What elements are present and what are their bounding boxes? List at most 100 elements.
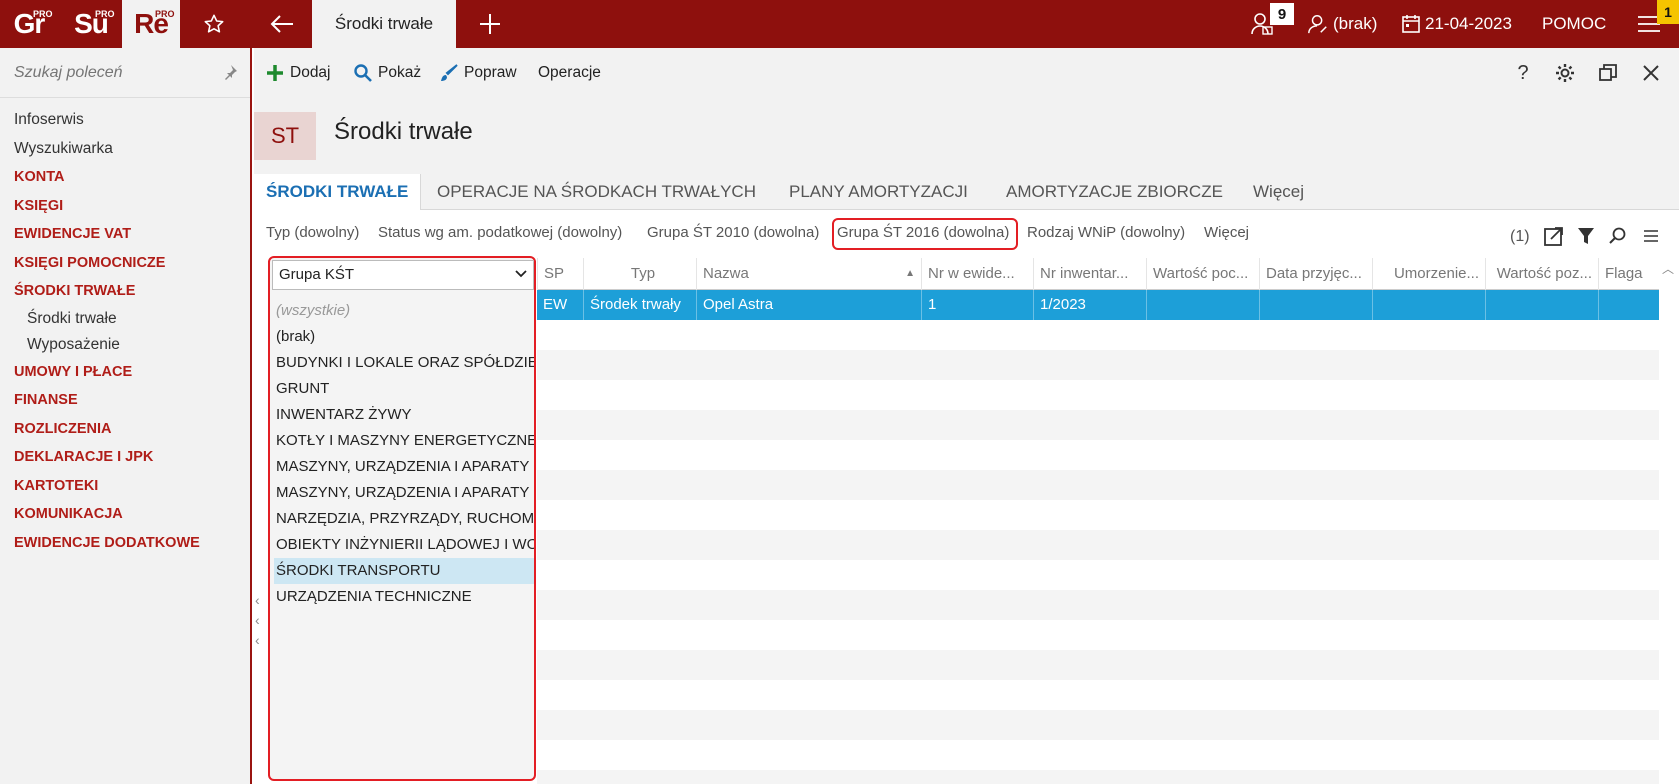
corner-badge: 1	[1657, 0, 1679, 24]
help-link[interactable]: POMOC	[1542, 0, 1606, 48]
sidebar-item-umowy-i-place[interactable]: UMOWY I PŁACE	[14, 358, 200, 387]
toolbar: Dodaj Pokaż Popraw Operacje ?	[254, 48, 1679, 98]
table-row[interactable]: EW Środek trwały Opel Astra 1 1/2023	[537, 290, 1659, 320]
close-icon[interactable]	[1636, 48, 1666, 98]
group-item[interactable]: (wszystkie)	[274, 298, 534, 324]
sidebar-item-rozliczenia[interactable]: ROZLICZENIA	[14, 415, 200, 444]
group-list: (wszystkie) (brak) BUDYNKI I LOKALE ORAZ…	[274, 298, 534, 610]
empty-row	[537, 320, 1659, 350]
group-item[interactable]: (brak)	[274, 324, 534, 350]
group-item-selected[interactable]: ŚRODKI TRANSPORTU	[274, 558, 534, 584]
filter-count: (1)	[1510, 228, 1530, 245]
column-header-nr-inw[interactable]: Nr inwentar...	[1033, 258, 1146, 290]
cell-data-przyjecia	[1259, 290, 1372, 320]
operations-button[interactable]: Operacje	[538, 48, 601, 98]
tab-srodki-trwale-list[interactable]: ŚRODKI TRWAŁE	[254, 174, 422, 211]
cell-flaga	[1598, 290, 1659, 320]
group-item[interactable]: NARZĘDZIA, PRZYRZĄDY, RUCHOMOŚCI	[274, 506, 534, 532]
cell-wartosc-pocz	[1146, 290, 1259, 320]
tab-srodki-trwale[interactable]: Środki trwałe	[312, 0, 456, 48]
pin-icon[interactable]	[222, 64, 238, 84]
column-header-wartosc-poz[interactable]: Wartość poz...	[1485, 258, 1598, 290]
sidebar-item-deklaracje-i-jpk[interactable]: DEKLARACJE I JPK	[14, 443, 200, 472]
add-button[interactable]: Dodaj	[266, 48, 331, 98]
column-header-umorzenie[interactable]: Umorzenie...	[1372, 258, 1485, 290]
group-item[interactable]: URZĄDZENIA TECHNICZNE	[274, 584, 534, 610]
group-item[interactable]: BUDYNKI I LOKALE ORAZ SPÓŁDZIELCZE	[274, 350, 534, 376]
tab-bar: ŚRODKI TRWAŁE OPERACJE NA ŚRODKACH TRWAŁ…	[254, 174, 1679, 211]
scroll-up-arrow[interactable]: ︿	[1662, 260, 1674, 277]
help-icon[interactable]: ?	[1508, 48, 1538, 98]
sidebar-subitem-wyposazenie[interactable]: Wyposażenie	[14, 332, 200, 358]
app-su-button[interactable]: Su PRO	[62, 0, 120, 48]
empty-row	[537, 560, 1659, 590]
filter-wiecej[interactable]: Więcej	[1204, 224, 1249, 241]
user-name[interactable]: (brak)	[1333, 0, 1377, 48]
tab-operacje[interactable]: OPERACJE NA ŚRODKACH TRWAŁYCH	[437, 174, 756, 210]
filter-typ[interactable]: Typ (dowolny)	[266, 224, 359, 241]
fix-button[interactable]: Popraw	[440, 48, 517, 98]
current-date[interactable]: 21-04-2023	[1425, 0, 1512, 48]
brush-icon	[441, 64, 458, 81]
filter-grupa-2010[interactable]: Grupa ŚT 2010 (dowolna)	[647, 224, 819, 241]
back-arrow-icon[interactable]	[264, 0, 300, 48]
module-badge: ST	[254, 112, 316, 160]
search-icon[interactable]	[1609, 227, 1627, 249]
group-item[interactable]: KOTŁY I MASZYNY ENERGETYCZNE	[274, 428, 534, 454]
list-menu-icon[interactable]	[1644, 229, 1658, 247]
column-header-sp[interactable]: SP	[537, 258, 583, 290]
sidebar-item-finanse[interactable]: FINANSE	[14, 386, 200, 415]
column-header-wartosc-pocz[interactable]: Wartość poc...	[1146, 258, 1259, 290]
group-item[interactable]: MASZYNY, URZĄDZENIA I APARATY SPECJALIST…	[274, 480, 534, 506]
filter-rodzaj-wnip[interactable]: Rodzaj WNiP (dowolny)	[1027, 224, 1185, 241]
sort-asc-icon: ▲	[905, 268, 915, 279]
column-header-data-przyjecia[interactable]: Data przyjęc...	[1259, 258, 1372, 290]
cell-umorzenie	[1372, 290, 1485, 320]
sidebar-item-srodki-trwale[interactable]: ŚRODKI TRWAŁE	[14, 277, 200, 306]
collapse-panel-handle[interactable]: ‹ ‹ ‹	[255, 590, 260, 650]
sidebar-item-ewidencje-vat[interactable]: EWIDENCJE VAT	[14, 220, 200, 249]
star-icon[interactable]	[196, 0, 232, 48]
filter-status[interactable]: Status wg am. podatkowej (dowolny)	[378, 224, 622, 241]
empty-row	[537, 470, 1659, 500]
cell-wartosc-poz	[1485, 290, 1598, 320]
sidebar-item-kartoteki[interactable]: KARTOTEKI	[14, 472, 200, 501]
column-header-nazwa[interactable]: Nazwa ▲	[696, 258, 921, 290]
user-icon[interactable]	[1306, 0, 1330, 48]
command-search-input[interactable]	[14, 60, 214, 86]
filter-icon[interactable]	[1577, 227, 1595, 249]
column-header-nr-ewid[interactable]: Nr w ewide...	[921, 258, 1033, 290]
group-item[interactable]: INWENTARZ ŻYWY	[274, 402, 534, 428]
sidebar: Infoserwis Wyszukiwarka KONTA KSIĘGI EWI…	[0, 48, 252, 784]
add-tab-icon[interactable]	[472, 0, 508, 48]
sidebar-item-komunikacja[interactable]: KOMUNIKACJA	[14, 500, 200, 529]
gear-icon[interactable]	[1550, 48, 1580, 98]
empty-row	[537, 620, 1659, 650]
app-re-button[interactable]: Re PRO	[122, 0, 180, 48]
tab-amortyzacje-zbiorcze[interactable]: AMORTYZACJE ZBIORCZE	[1006, 174, 1223, 210]
column-header-flaga[interactable]: Flaga	[1598, 258, 1659, 290]
calendar-icon[interactable]	[1400, 0, 1422, 48]
group-item[interactable]: GRUNT	[274, 376, 534, 402]
sidebar-item-wyszukiwarka[interactable]: Wyszukiwarka	[14, 135, 200, 164]
app-gr-button[interactable]: Gr PRO	[0, 0, 58, 48]
tab-plany-amortyzacji[interactable]: PLANY AMORTYZACJI	[789, 174, 968, 210]
restore-window-icon[interactable]	[1593, 48, 1623, 98]
empty-row	[537, 530, 1659, 560]
top-bar: Gr PRO Su PRO Re PRO Środki trwałe 9 (brak)…	[0, 0, 1679, 48]
group-item[interactable]: OBIEKTY INŻYNIERII LĄDOWEJ I WODNEJ	[274, 532, 534, 558]
group-type-select[interactable]: Grupa KŚT	[272, 260, 534, 290]
group-item[interactable]: MASZYNY, URZĄDZENIA I APARATY OGÓLNEGO	[274, 454, 534, 480]
sidebar-item-ksiegi-pomocnicze[interactable]: KSIĘGI POMOCNICZE	[14, 249, 200, 278]
tab-wiecej[interactable]: Więcej	[1253, 174, 1304, 210]
sidebar-subitem-srodki-trwale[interactable]: Środki trwałe	[14, 306, 200, 332]
page-header: ST Środki trwałe	[254, 98, 1679, 174]
export-icon[interactable]	[1544, 226, 1564, 250]
empty-row	[537, 500, 1659, 530]
sidebar-item-infoserwis[interactable]: Infoserwis	[14, 106, 200, 135]
sidebar-item-ewidencje-dodatkowe[interactable]: EWIDENCJE DODATKOWE	[14, 529, 200, 558]
sidebar-item-konta[interactable]: KONTA	[14, 163, 200, 192]
column-header-typ[interactable]: Typ	[583, 258, 696, 290]
sidebar-item-ksiegi[interactable]: KSIĘGI	[14, 192, 200, 221]
show-button[interactable]: Pokaż	[354, 48, 421, 98]
